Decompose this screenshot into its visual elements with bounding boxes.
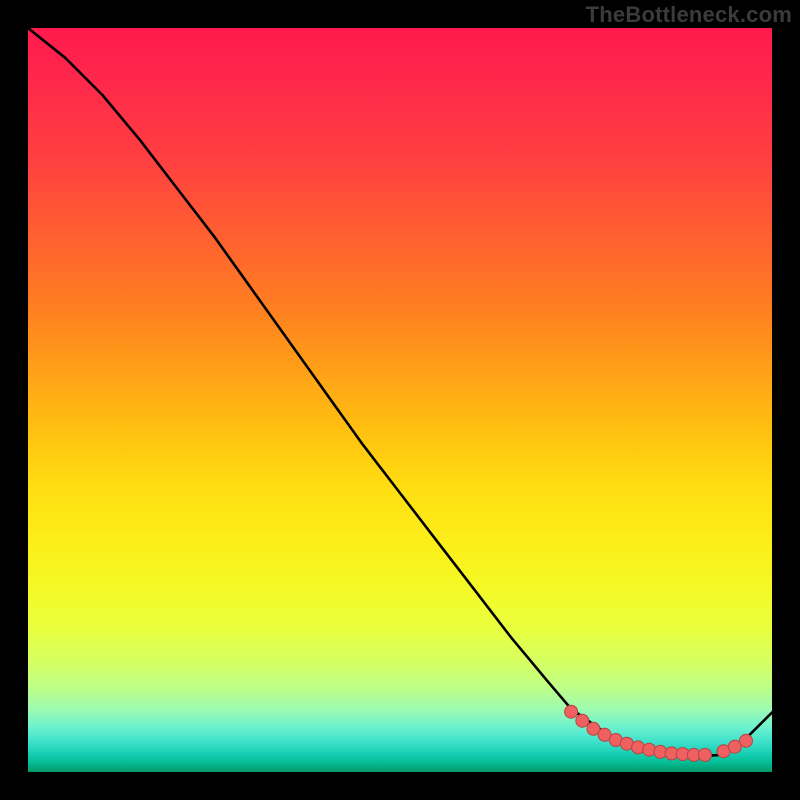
highlight-dot xyxy=(643,743,656,756)
highlight-dot xyxy=(699,748,712,761)
chart-frame: TheBottleneck.com xyxy=(0,0,800,800)
highlight-dot xyxy=(565,705,578,718)
chart-curve xyxy=(28,28,772,756)
highlight-dot xyxy=(740,734,753,747)
chart-highlight-dots xyxy=(565,705,753,761)
watermark-text: TheBottleneck.com xyxy=(586,2,792,28)
highlight-dot xyxy=(576,714,589,727)
chart-svg xyxy=(28,28,772,772)
